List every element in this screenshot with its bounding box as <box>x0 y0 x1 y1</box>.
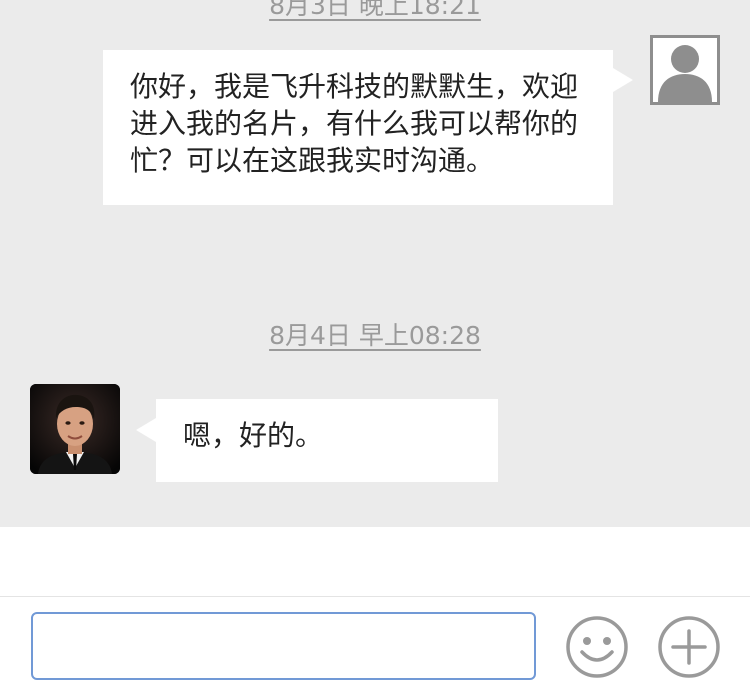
avatar[interactable] <box>650 35 720 105</box>
smiley-icon <box>566 616 628 678</box>
timestamp: 8月4日 早上08:28 <box>269 321 481 350</box>
message-text: 嗯，好的。 <box>183 419 324 452</box>
message-bubble-incoming[interactable]: 嗯，好的。 <box>136 399 498 482</box>
input-bar <box>0 596 750 696</box>
message-text: 你好，我是飞升科技的默默生，欢迎进入我的名片，有什么我可以帮你的忙？可以在这跟我… <box>130 70 579 177</box>
plus-circle-icon <box>658 616 720 678</box>
timestamp: 8月3日 晚上18:21 <box>269 0 481 20</box>
default-user-avatar-icon <box>658 45 712 102</box>
bubble-tail <box>136 418 156 442</box>
message-input[interactable] <box>31 612 536 680</box>
bubble-tail <box>613 68 633 92</box>
emoji-button[interactable] <box>565 615 629 679</box>
contact-avatar[interactable] <box>30 384 120 474</box>
chat-history[interactable]: 8月3日 晚上18:21 你好，我是飞升科技的默默生，欢迎进入我的名片，有什么我… <box>0 0 750 527</box>
contact-photo-icon <box>30 384 120 474</box>
more-button[interactable] <box>657 615 721 679</box>
message-bubble-outgoing[interactable]: 你好，我是飞升科技的默默生，欢迎进入我的名片，有什么我可以帮你的忙？可以在这跟我… <box>103 50 633 205</box>
